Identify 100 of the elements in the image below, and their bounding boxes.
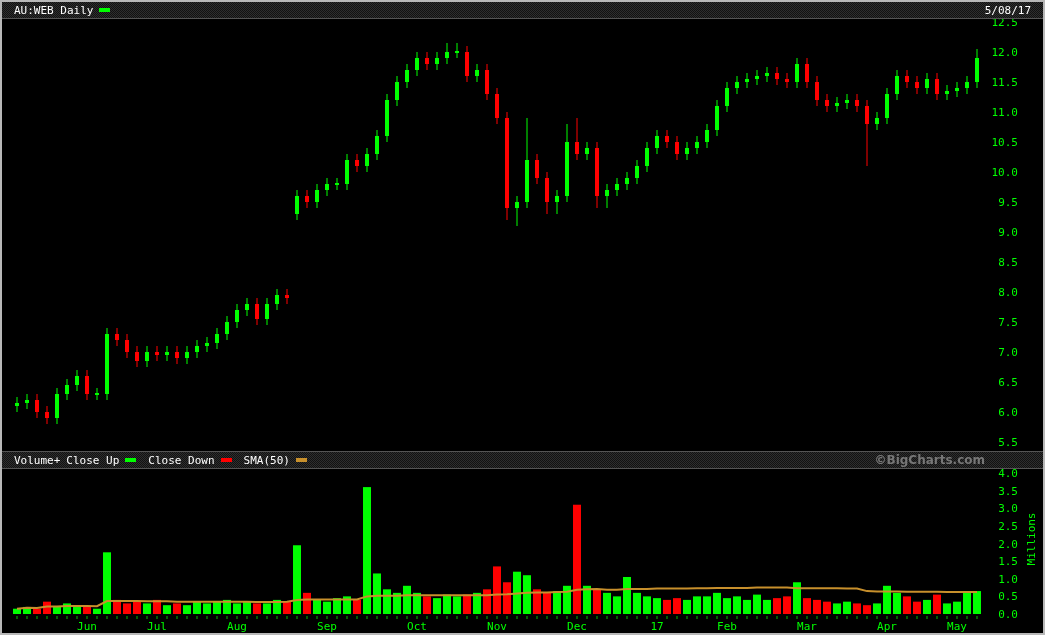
axis-label: 3.5 — [998, 484, 1018, 498]
axis-label: 11.5 — [991, 76, 1018, 89]
candlestick — [195, 339, 199, 359]
candlestick — [125, 333, 129, 359]
candlestick — [475, 63, 479, 83]
candlestick — [555, 189, 559, 215]
volume-bar — [943, 603, 951, 614]
candlestick — [605, 183, 609, 209]
volume-bar — [873, 603, 881, 614]
axis-label: Dec — [567, 620, 587, 632]
axis-label: 8.5 — [998, 256, 1018, 269]
volume-bar — [143, 603, 151, 614]
volume-bar — [63, 603, 71, 614]
volume-bar — [473, 592, 481, 614]
volume-bar — [73, 605, 81, 614]
legend-label: Close Down — [148, 453, 215, 467]
volume-bar — [713, 592, 721, 614]
axis-label: 12.0 — [991, 46, 1018, 59]
volume-bar — [923, 599, 931, 614]
candlestick — [875, 111, 879, 131]
candlestick — [715, 99, 719, 137]
volume-bar — [673, 598, 681, 614]
candlestick — [405, 63, 409, 89]
axis-label: Apr — [877, 620, 897, 632]
candlestick — [75, 369, 79, 392]
candlestick — [235, 303, 239, 329]
volume-bar — [973, 591, 981, 614]
candlestick — [745, 72, 749, 89]
volume-bar — [773, 598, 781, 614]
axis-label: Feb — [717, 620, 737, 632]
axis-label: 9.0 — [998, 226, 1018, 239]
volume-bar — [153, 599, 161, 614]
axis-label: 1.5 — [998, 555, 1018, 569]
volume-bar — [163, 605, 171, 614]
legend-label: SMA(50) — [243, 453, 290, 467]
volume-bar — [603, 592, 611, 614]
volume-bar — [483, 589, 491, 614]
credit-text: ©BigCharts.com — [874, 453, 985, 467]
axis-label: 0.0 — [998, 608, 1018, 621]
volume-bar — [263, 603, 271, 614]
axis-label: 9.5 — [998, 196, 1018, 209]
volume-bar — [123, 603, 131, 614]
axis-label: Jun — [77, 620, 97, 632]
axis-label: Oct — [407, 620, 427, 632]
volume-bar — [913, 601, 921, 614]
volume-bar — [323, 601, 331, 614]
candlestick — [415, 51, 419, 77]
candlestick — [775, 66, 779, 86]
volume-bar — [623, 577, 631, 614]
candlestick — [915, 75, 919, 95]
axis-label: May — [947, 620, 967, 632]
axis-label: Mar — [797, 620, 817, 632]
volume-bar — [703, 596, 711, 614]
candlestick — [955, 81, 959, 98]
axis-label: 10.0 — [991, 166, 1018, 179]
candlestick — [885, 87, 889, 125]
volume-bar — [223, 599, 231, 614]
volume-bar — [173, 603, 181, 614]
volume-bar — [493, 566, 501, 614]
axis-label: Jul — [147, 620, 167, 632]
candlestick — [615, 177, 619, 197]
volume-bar — [693, 596, 701, 614]
candlestick — [595, 141, 599, 209]
volume-bar — [193, 601, 201, 614]
candlestick — [425, 51, 429, 71]
candlestick — [845, 93, 849, 110]
volume-bar — [433, 598, 441, 614]
volume-bar — [13, 608, 21, 614]
candlestick — [645, 141, 649, 173]
volume-bar — [793, 582, 801, 614]
candlestick — [635, 159, 639, 185]
volume-bar — [863, 605, 871, 614]
candlestick — [935, 72, 939, 101]
volume-bar — [543, 592, 551, 614]
volume-bar — [803, 598, 811, 614]
candlestick — [365, 147, 369, 173]
axis-label: Sep — [317, 620, 337, 632]
volume-bar — [643, 596, 651, 614]
candlestick — [765, 66, 769, 83]
volume-bar — [183, 605, 191, 614]
volume-bar — [633, 592, 641, 614]
volume-bar — [853, 603, 861, 614]
candlestick — [305, 189, 309, 209]
candlestick — [15, 396, 19, 413]
volume-bar — [933, 594, 941, 614]
axis-label: 7.0 — [998, 346, 1018, 359]
volume-bar — [353, 599, 361, 614]
volume-bar — [683, 599, 691, 614]
volume-bar — [313, 599, 321, 614]
candlestick — [945, 84, 949, 101]
volume-bar — [653, 598, 661, 614]
volume-bar — [93, 608, 101, 614]
candlestick — [35, 393, 39, 419]
axis-label: 10.5 — [991, 136, 1018, 149]
axis-label: 11.0 — [991, 106, 1018, 119]
candlestick — [855, 93, 859, 113]
candlestick — [375, 129, 379, 161]
candlestick — [325, 177, 329, 197]
volume-bar — [233, 603, 241, 614]
volume-bar — [273, 599, 281, 614]
